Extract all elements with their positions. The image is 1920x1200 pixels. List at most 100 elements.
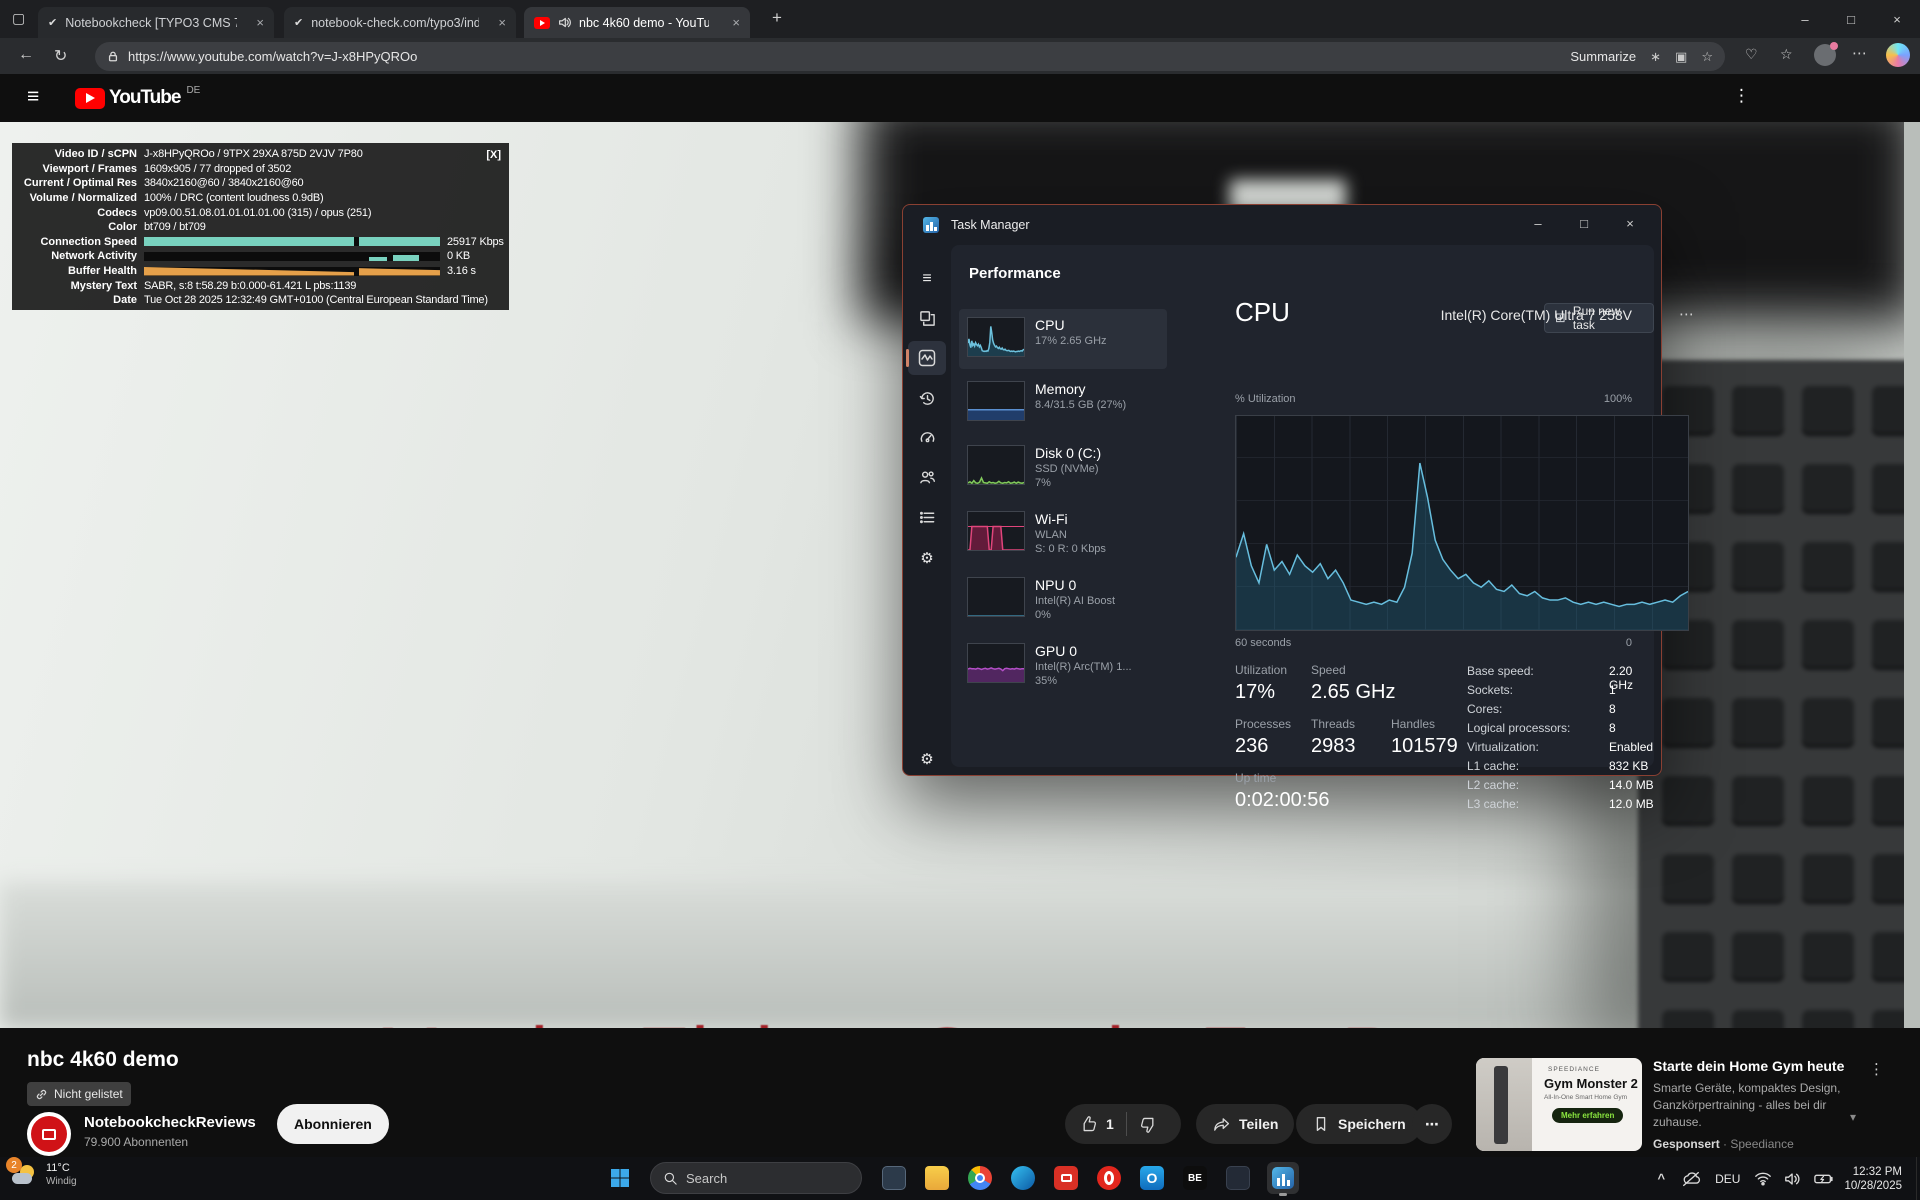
show-desktop-button[interactable] [1916,1157,1920,1200]
stat-value: 2.65 GHz [1311,681,1395,704]
thumbs-down-icon[interactable] [1139,1115,1158,1134]
task-manager-titlebar[interactable]: Task Manager [923,217,1030,233]
stat-value: 2983 [1311,735,1356,758]
browser-close-button[interactable]: × [1874,12,1920,27]
tm-maximize-button[interactable]: □ [1561,207,1607,239]
tab-actions-icon[interactable]: ▢ [12,10,25,27]
channel-name[interactable]: NotebookcheckReviews [84,1114,256,1131]
windows-logo-icon [609,1167,631,1189]
tm-device-memory[interactable]: Memory 8.4/31.5 GB (27%) [959,373,1167,433]
battery-charging-icon[interactable] [1814,1172,1834,1186]
tm-nav-details-icon[interactable] [917,507,937,527]
taskbar-file-explorer-icon[interactable] [921,1162,953,1194]
save-button[interactable]: Speichern [1296,1104,1422,1144]
tm-close-button[interactable]: × [1607,207,1653,239]
tray-clock[interactable]: 12:32 PM 10/28/2025 [1844,1165,1902,1193]
windows-taskbar: 2 11°C Windig Search O BE ^ DEU 12:32 PM… [0,1157,1920,1200]
taskbar-dark-app-icon[interactable] [1222,1162,1254,1194]
ad-menu-kebab-icon[interactable]: ⋮ [1869,1060,1884,1078]
copilot-icon[interactable] [1886,43,1910,67]
taskbar-outlook-icon[interactable]: O [1136,1162,1168,1194]
more-actions-button[interactable]: ⋯ [1412,1104,1452,1144]
tab3-close-icon[interactable]: × [732,15,740,30]
favorites-icon[interactable]: ☆ [1780,46,1793,63]
tm-nav-performance-icon[interactable] [917,348,937,368]
tm-nav-users-icon[interactable] [917,467,937,487]
tm-nav-services-icon[interactable]: ⚙ [917,548,937,568]
tm-nav-app-history-icon[interactable] [917,388,937,408]
summarize-button[interactable]: Summarize [1570,49,1636,64]
network-activity-graph [144,252,440,261]
copilot-summarize-icon[interactable]: ∗ [1650,49,1661,65]
browser-window-controls: – □ × [1782,0,1920,38]
browser-maximize-button[interactable]: □ [1828,12,1874,27]
favorite-star-icon[interactable]: ☆ [1701,49,1713,65]
browser-tab-3-active[interactable]: nbc 4k60 demo - YouTube × [524,7,750,38]
tm-more-options-icon[interactable]: ⋯ [1679,305,1694,323]
browser-menu-icon[interactable]: ⋯ [1852,44,1867,62]
taskbar-red-app-icon[interactable] [1050,1162,1082,1194]
split-screen-icon[interactable]: ▣ [1675,49,1687,65]
profile-avatar[interactable] [1814,44,1836,66]
ad-title[interactable]: Starte dein Home Gym heute [1653,1058,1865,1074]
browser-tab-1[interactable]: ✔ Notebookcheck [TYPO3 CMS 7.6. × [38,7,274,38]
taskbar-be-app-icon[interactable]: BE [1179,1162,1211,1194]
browser-tab-2[interactable]: ✔ notebook-check.com/typo3/inde × [284,7,516,38]
youtube-guide-hamburger-icon[interactable]: ≡ [27,85,39,109]
tm-minimize-button[interactable]: – [1515,207,1561,239]
browser-minimize-button[interactable]: – [1782,12,1828,27]
thumbs-up-icon[interactable] [1079,1115,1098,1134]
taskbar-search[interactable]: Search [650,1162,862,1194]
taskbar-opera-icon[interactable] [1093,1162,1125,1194]
address-bar[interactable]: https://www.youtube.com/watch?v=J-x8HPyQ… [95,42,1725,71]
tm-nav-hamburger-icon[interactable]: ≡ [917,269,937,289]
tab2-close-icon[interactable]: × [498,15,506,30]
youtube-favicon-icon [534,17,550,29]
tab-title: nbc 4k60 demo - YouTube [579,16,709,30]
ad-thumbnail[interactable]: SPEEDIANCE Gym Monster 2 All-In-One Smar… [1476,1058,1642,1151]
tab-audio-icon[interactable] [558,16,571,29]
tm-device-disk[interactable]: Disk 0 (C:) SSD (NVMe) 7% [959,437,1167,501]
disk-mini-graph [967,445,1025,485]
wifi-mini-graph [967,511,1025,551]
tray-chevron-up-icon[interactable]: ^ [1658,1171,1666,1186]
tm-nav-accent-bar [906,349,909,367]
ad-advertiser[interactable]: · Speediance [1723,1137,1794,1151]
tm-device-cpu[interactable]: CPU 17% 2.65 GHz [959,309,1167,369]
browser-essentials-icon[interactable]: ♡ [1745,46,1758,63]
youtube-logo[interactable]: YouTube DE [75,87,200,109]
tm-device-gpu[interactable]: GPU 0 Intel(R) Arc(TM) 1... 35% [959,635,1167,699]
ad-cta-button[interactable]: Mehr erfahren [1552,1108,1623,1123]
detail-label: Virtualization: [1467,740,1539,754]
tm-device-wifi[interactable]: Wi-Fi WLAN S: 0 R: 0 Kbps [959,503,1167,567]
npu-mini-graph [967,577,1025,617]
detail-value: 8 [1609,721,1616,735]
taskbar-weather-widget[interactable]: 2 11°C Windig [10,1161,77,1189]
volume-icon[interactable] [1784,1171,1802,1187]
youtube-menu-kebab-icon[interactable]: ⋮ [1733,86,1750,106]
share-button[interactable]: Teilen [1196,1104,1294,1144]
start-button[interactable] [604,1162,636,1194]
tm-nav-startup-apps-icon[interactable] [917,427,937,447]
tm-settings-icon[interactable]: ⚙ [917,749,937,769]
channel-avatar[interactable] [27,1112,71,1156]
axis-label: 100% [1604,393,1632,405]
page-scrollbar[interactable] [1904,122,1920,1028]
tray-language-indicator[interactable]: DEU [1715,1172,1740,1186]
ad-collapse-chevron-icon[interactable]: ▾ [1850,1110,1856,1124]
back-button[interactable]: ← [18,46,34,64]
tm-nav-processes-icon[interactable] [917,308,937,328]
taskbar-task-manager-icon-active[interactable] [1267,1162,1299,1194]
onedrive-paused-icon[interactable] [1681,1171,1701,1187]
taskbar-app-window-icon[interactable] [878,1162,910,1194]
refresh-button[interactable]: ↻ [54,46,67,66]
stats-overlay-close-button[interactable]: [X] [486,149,501,161]
wifi-icon[interactable] [1754,1171,1772,1186]
taskbar-chrome-icon[interactable] [964,1162,996,1194]
tab1-close-icon[interactable]: × [256,15,264,30]
tm-device-npu[interactable]: NPU 0 Intel(R) AI Boost 0% [959,569,1167,633]
ad-text-block[interactable]: Starte dein Home Gym heute Smarte Geräte… [1653,1058,1865,1153]
taskbar-edge-icon[interactable] [1007,1162,1039,1194]
subscribe-button[interactable]: Abonnieren [277,1104,389,1144]
new-tab-button[interactable]: + [772,8,782,28]
